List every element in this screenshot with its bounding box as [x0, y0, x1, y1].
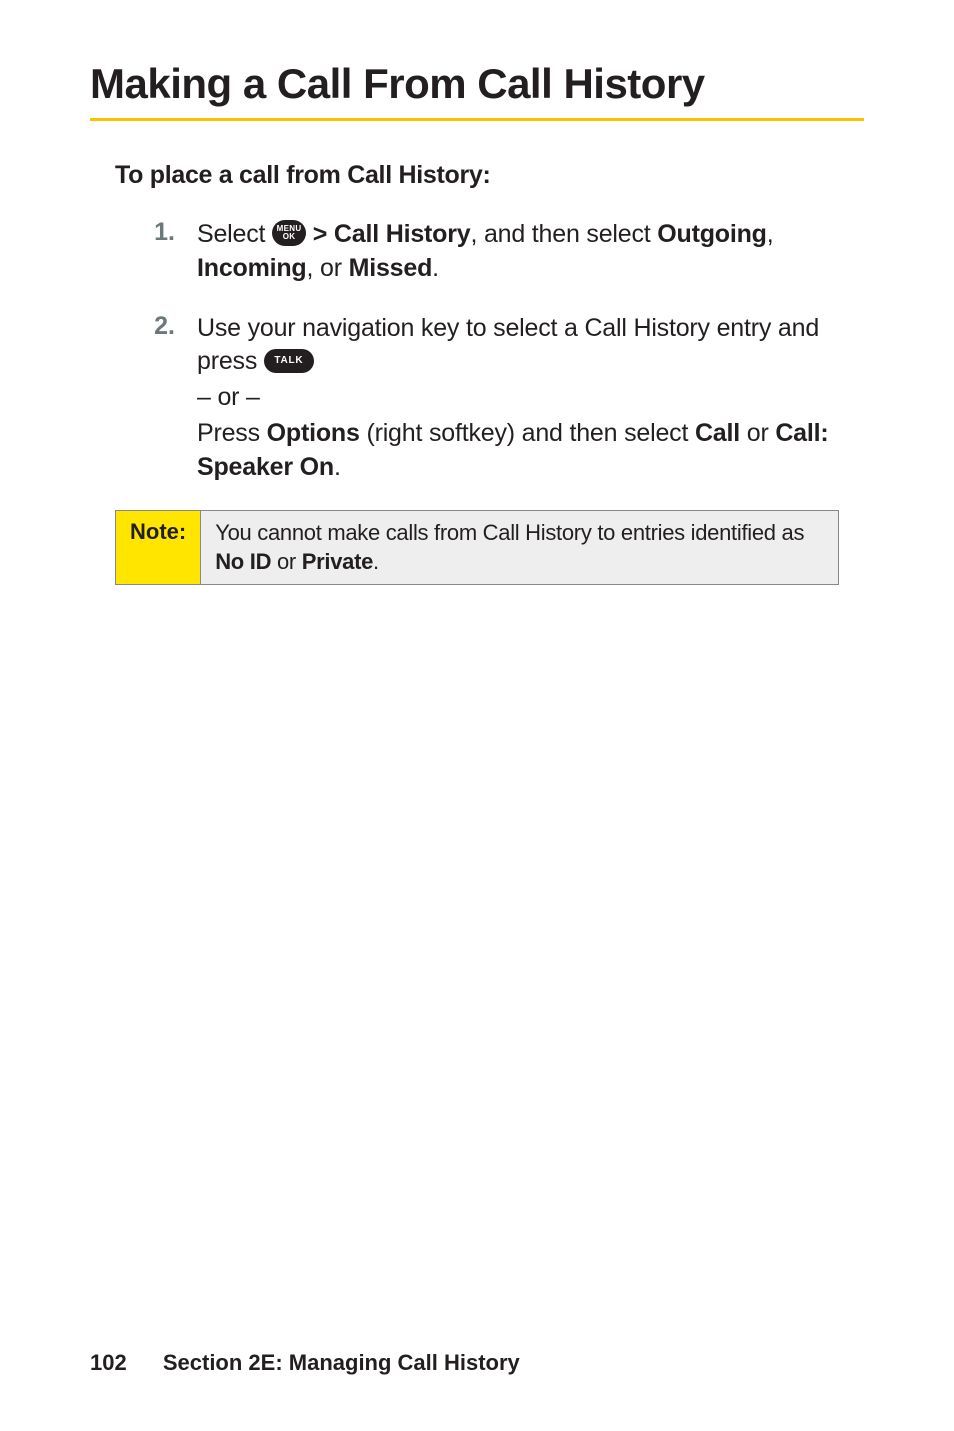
text-bold: Missed: [349, 254, 433, 282]
note-label: Note:: [116, 511, 201, 584]
text-bold: Private: [302, 549, 373, 574]
text-bold: > Call History: [306, 220, 470, 248]
text: or: [740, 419, 775, 447]
page: Making a Call From Call History To place…: [0, 0, 954, 1431]
text: Press: [197, 419, 267, 447]
step-body: Select MENUOK > Call History, and then s…: [197, 218, 864, 288]
heading-rule: [90, 118, 864, 121]
text: ,: [767, 220, 774, 248]
step-number: 2.: [115, 312, 197, 487]
text-bold: Call: [695, 419, 740, 447]
section-title: Section 2E: Managing Call History: [163, 1350, 520, 1375]
step-2: 2. Use your navigation key to select a C…: [115, 312, 864, 487]
text-bold: Outgoing: [657, 220, 766, 248]
menu-ok-icon: MENUOK: [272, 220, 306, 246]
step-1: 1. Select MENUOK > Call History, and the…: [115, 218, 864, 288]
page-number: 102: [90, 1350, 127, 1375]
text: (right softkey) and then select: [360, 419, 695, 447]
text-bold: Incoming: [197, 254, 307, 282]
note-box: Note: You cannot make calls from Call Hi…: [115, 510, 839, 585]
icon-text-bottom: OK: [283, 232, 296, 241]
note-body: You cannot make calls from Call History …: [201, 511, 838, 584]
text: , or: [307, 254, 349, 282]
icon-text: TALK: [274, 354, 303, 368]
text: You cannot make calls from Call History …: [215, 520, 804, 545]
text-bold: Options: [267, 419, 360, 447]
subheading: To place a call from Call History:: [115, 161, 864, 190]
text: .: [432, 254, 439, 282]
text: or: [271, 549, 302, 574]
step-number: 1.: [115, 218, 197, 288]
text: .: [334, 453, 341, 481]
page-heading: Making a Call From Call History: [90, 60, 864, 108]
text: Select: [197, 220, 272, 248]
text: .: [373, 549, 379, 574]
step-body: Use your navigation key to select a Call…: [197, 312, 864, 487]
text: , and then select: [470, 220, 657, 248]
page-footer: 102 Section 2E: Managing Call History: [90, 1350, 520, 1376]
steps-list: 1. Select MENUOK > Call History, and the…: [115, 218, 864, 486]
talk-icon: TALK: [264, 349, 314, 373]
text-bold: No ID: [215, 549, 271, 574]
or-separator: – or –: [197, 381, 864, 415]
